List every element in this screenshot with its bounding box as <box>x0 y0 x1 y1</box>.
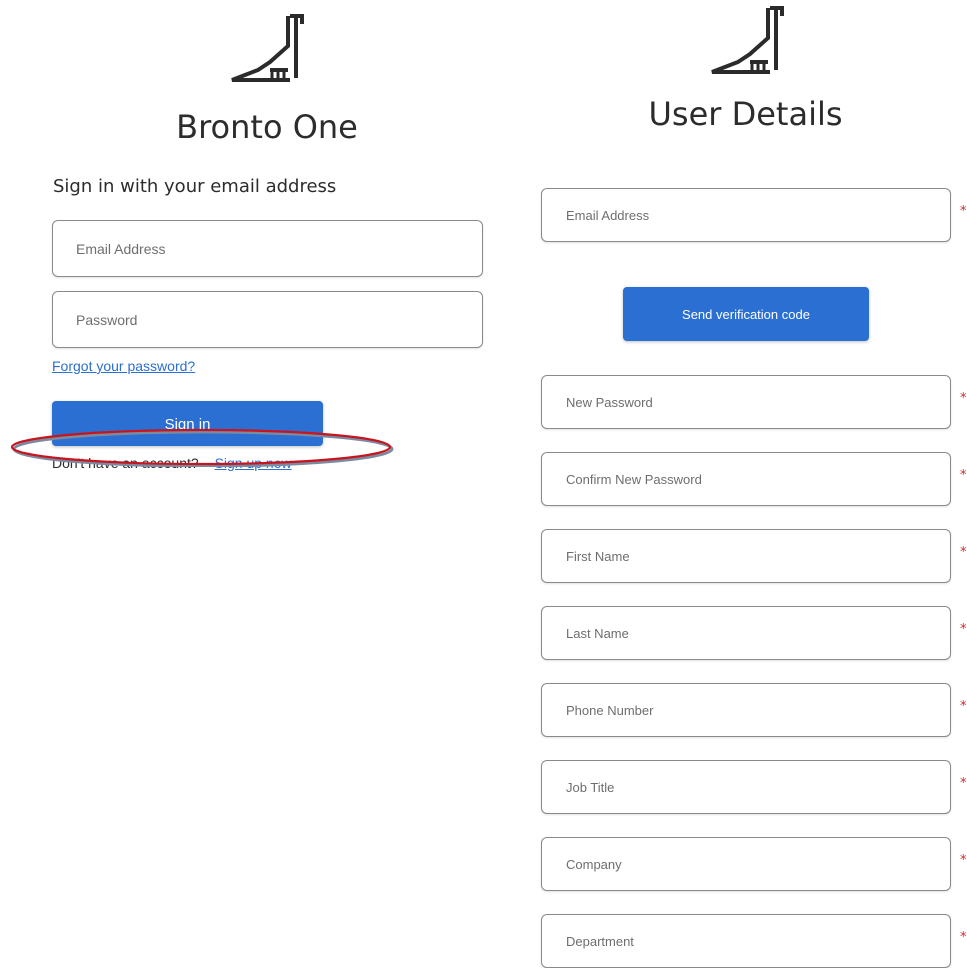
user-details-title: User Details <box>648 95 843 133</box>
dinosaur-logo-icon <box>231 14 304 82</box>
department-input[interactable] <box>542 915 950 967</box>
required-marker: * <box>960 545 967 560</box>
job-title-field[interactable] <box>541 760 951 814</box>
required-marker: * <box>960 699 967 714</box>
phone-number-input[interactable] <box>542 684 950 736</box>
password-field[interactable] <box>52 291 483 348</box>
job-title-input[interactable] <box>542 761 950 813</box>
required-marker: * <box>960 622 967 637</box>
signin-heading: Sign in with your email address <box>53 176 337 197</box>
required-marker: * <box>960 930 967 945</box>
confirm-password-field[interactable] <box>541 452 951 506</box>
no-account-text: Don't have an account? <box>52 455 199 471</box>
page-title: Bronto One <box>176 108 358 146</box>
required-marker: * <box>960 776 967 791</box>
signup-link[interactable]: Sign up now <box>215 455 292 471</box>
department-field[interactable] <box>541 914 951 968</box>
company-input[interactable] <box>542 838 950 890</box>
email-field[interactable] <box>52 220 483 277</box>
required-marker: * <box>960 204 967 219</box>
new-password-field[interactable] <box>541 375 951 429</box>
forgot-password-link[interactable]: Forgot your password? <box>52 358 195 374</box>
confirm-password-input[interactable] <box>542 453 950 505</box>
password-input[interactable] <box>53 292 482 347</box>
new-password-input[interactable] <box>542 376 950 428</box>
email-input[interactable] <box>53 221 482 276</box>
phone-number-field[interactable] <box>541 683 951 737</box>
email-address-input[interactable] <box>542 189 950 241</box>
required-marker: * <box>960 468 967 483</box>
first-name-input[interactable] <box>542 530 950 582</box>
dinosaur-logo-icon <box>711 6 784 74</box>
send-verification-code-button[interactable]: Send verification code <box>623 287 869 341</box>
required-marker: * <box>960 391 967 406</box>
last-name-input[interactable] <box>542 607 950 659</box>
last-name-field[interactable] <box>541 606 951 660</box>
company-field[interactable] <box>541 837 951 891</box>
required-marker: * <box>960 853 967 868</box>
first-name-field[interactable] <box>541 529 951 583</box>
signin-button[interactable]: Sign in <box>52 401 323 446</box>
email-address-field[interactable] <box>541 188 951 242</box>
signup-prompt: Don't have an account? Sign up now <box>52 455 292 471</box>
